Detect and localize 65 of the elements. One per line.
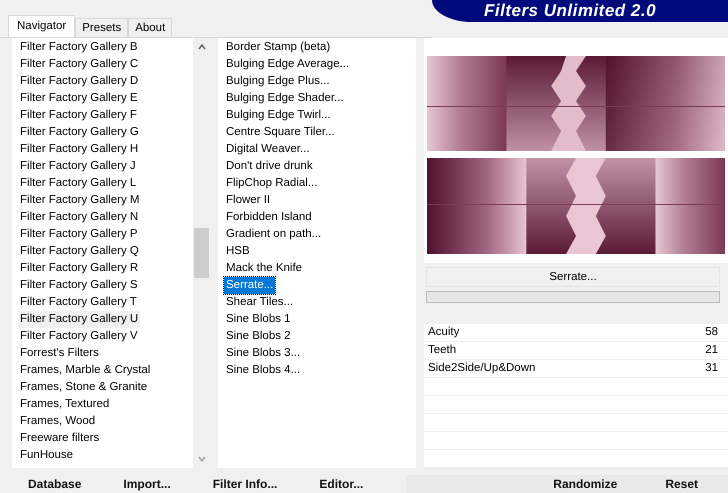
category-item[interactable]: Frames, Textured <box>18 396 112 413</box>
category-item[interactable]: Filter Factory Gallery F <box>18 107 139 124</box>
filter-item[interactable]: HSB <box>224 243 252 260</box>
parameter-name: Acuity <box>428 325 460 340</box>
category-item[interactable]: Filter Factory Gallery G <box>18 124 141 141</box>
category-item[interactable]: Filter Factory Gallery R <box>18 260 140 277</box>
scroll-down-icon[interactable] <box>196 454 206 464</box>
category-item[interactable]: Filter Factory Gallery N <box>18 209 140 226</box>
category-item[interactable]: Filter Factory Gallery B <box>18 39 140 56</box>
scroll-thumb[interactable] <box>194 228 209 278</box>
filter-item[interactable]: Shear Tiles... <box>224 294 296 311</box>
filter-item[interactable]: Sine Blobs 4... <box>224 362 302 379</box>
category-item[interactable]: Filter Factory Gallery S <box>18 277 140 294</box>
filter-item[interactable]: Bulging Edge Shader... <box>224 90 346 107</box>
filter-name-bar: Serrate... <box>426 267 720 288</box>
toolbar-button[interactable]: Database <box>14 475 96 493</box>
title-banner: Filters Unlimited 2.0 <box>432 0 728 22</box>
action-button[interactable]: Randomize <box>539 475 632 493</box>
toolbar-button[interactable]: Import... <box>109 475 185 493</box>
tab[interactable]: About <box>128 18 172 37</box>
filter-item[interactable]: Sine Blobs 2 <box>224 328 293 345</box>
tab[interactable]: Presets <box>75 18 128 37</box>
tab[interactable]: Navigator <box>8 15 76 37</box>
filter-item[interactable]: Border Stamp (beta) <box>224 39 332 56</box>
filter-item[interactable]: Sine Blobs 1 <box>224 311 293 328</box>
category-item[interactable]: Filter Factory Gallery V <box>18 328 140 345</box>
category-item[interactable]: Frames, Wood <box>18 413 98 430</box>
filter-item[interactable]: Bulging Edge Twirl... <box>224 107 333 124</box>
filter-item[interactable]: FlipChop Radial... <box>224 175 320 192</box>
category-item[interactable]: Filter Factory Gallery T <box>18 294 139 311</box>
category-item[interactable]: Filter Factory Gallery M <box>18 192 142 209</box>
category-item[interactable]: Filter Factory Gallery U <box>18 311 140 328</box>
parameter-value: 58 <box>705 325 718 340</box>
parameter-name: Side2Side/Up&Down <box>428 361 536 376</box>
filter-item[interactable]: Sine Blobs 3... <box>224 345 302 362</box>
category-item[interactable]: Filter Factory Gallery Q <box>18 243 141 260</box>
category-item[interactable]: Frames, Stone & Granite <box>18 379 150 396</box>
filter-item[interactable]: Mack the Knife <box>224 260 304 277</box>
filter-item[interactable]: Don't drive drunk <box>224 158 315 175</box>
category-item[interactable]: Filter Factory Gallery E <box>18 90 140 107</box>
filter-item[interactable]: Gradient on path... <box>224 226 324 243</box>
category-item[interactable]: Filter Factory Gallery J <box>18 158 138 175</box>
filter-item[interactable]: Forbidden Island <box>224 209 314 226</box>
category-item[interactable]: FunHouse <box>18 447 76 464</box>
toolbar-button[interactable]: Editor... <box>305 475 378 493</box>
category-item[interactable]: Filter Factory Gallery H <box>18 141 140 158</box>
category-item[interactable]: Filter Factory Gallery L <box>18 175 138 192</box>
parameter-value: 21 <box>705 343 718 358</box>
action-button[interactable]: Reset <box>651 475 712 493</box>
category-item[interactable]: Freeware filters <box>18 430 102 447</box>
toolbar-button[interactable]: Filter Info... <box>198 475 292 493</box>
scroll-up-icon[interactable] <box>196 42 206 52</box>
filter-item[interactable]: Serrate... <box>224 277 276 294</box>
filter-item[interactable]: Bulging Edge Average... <box>224 56 352 73</box>
parameter-value: 31 <box>705 361 718 376</box>
category-item[interactable]: Filter Factory Gallery P <box>18 226 140 243</box>
category-item[interactable]: Filter Factory Gallery C <box>18 56 140 73</box>
category-item[interactable]: Filter Factory Gallery D <box>18 73 140 90</box>
filter-item[interactable]: Digital Weaver... <box>224 141 312 158</box>
category-item[interactable]: Frames, Marble & Crystal <box>18 362 152 379</box>
filter-item[interactable]: Centre Square Tiler... <box>224 124 337 141</box>
filter-item[interactable]: Flower II <box>224 192 272 209</box>
category-item[interactable]: Forrest's Filters <box>18 345 101 362</box>
parameter-name: Teeth <box>428 343 456 358</box>
filter-item[interactable]: Bulging Edge Plus... <box>224 73 332 90</box>
